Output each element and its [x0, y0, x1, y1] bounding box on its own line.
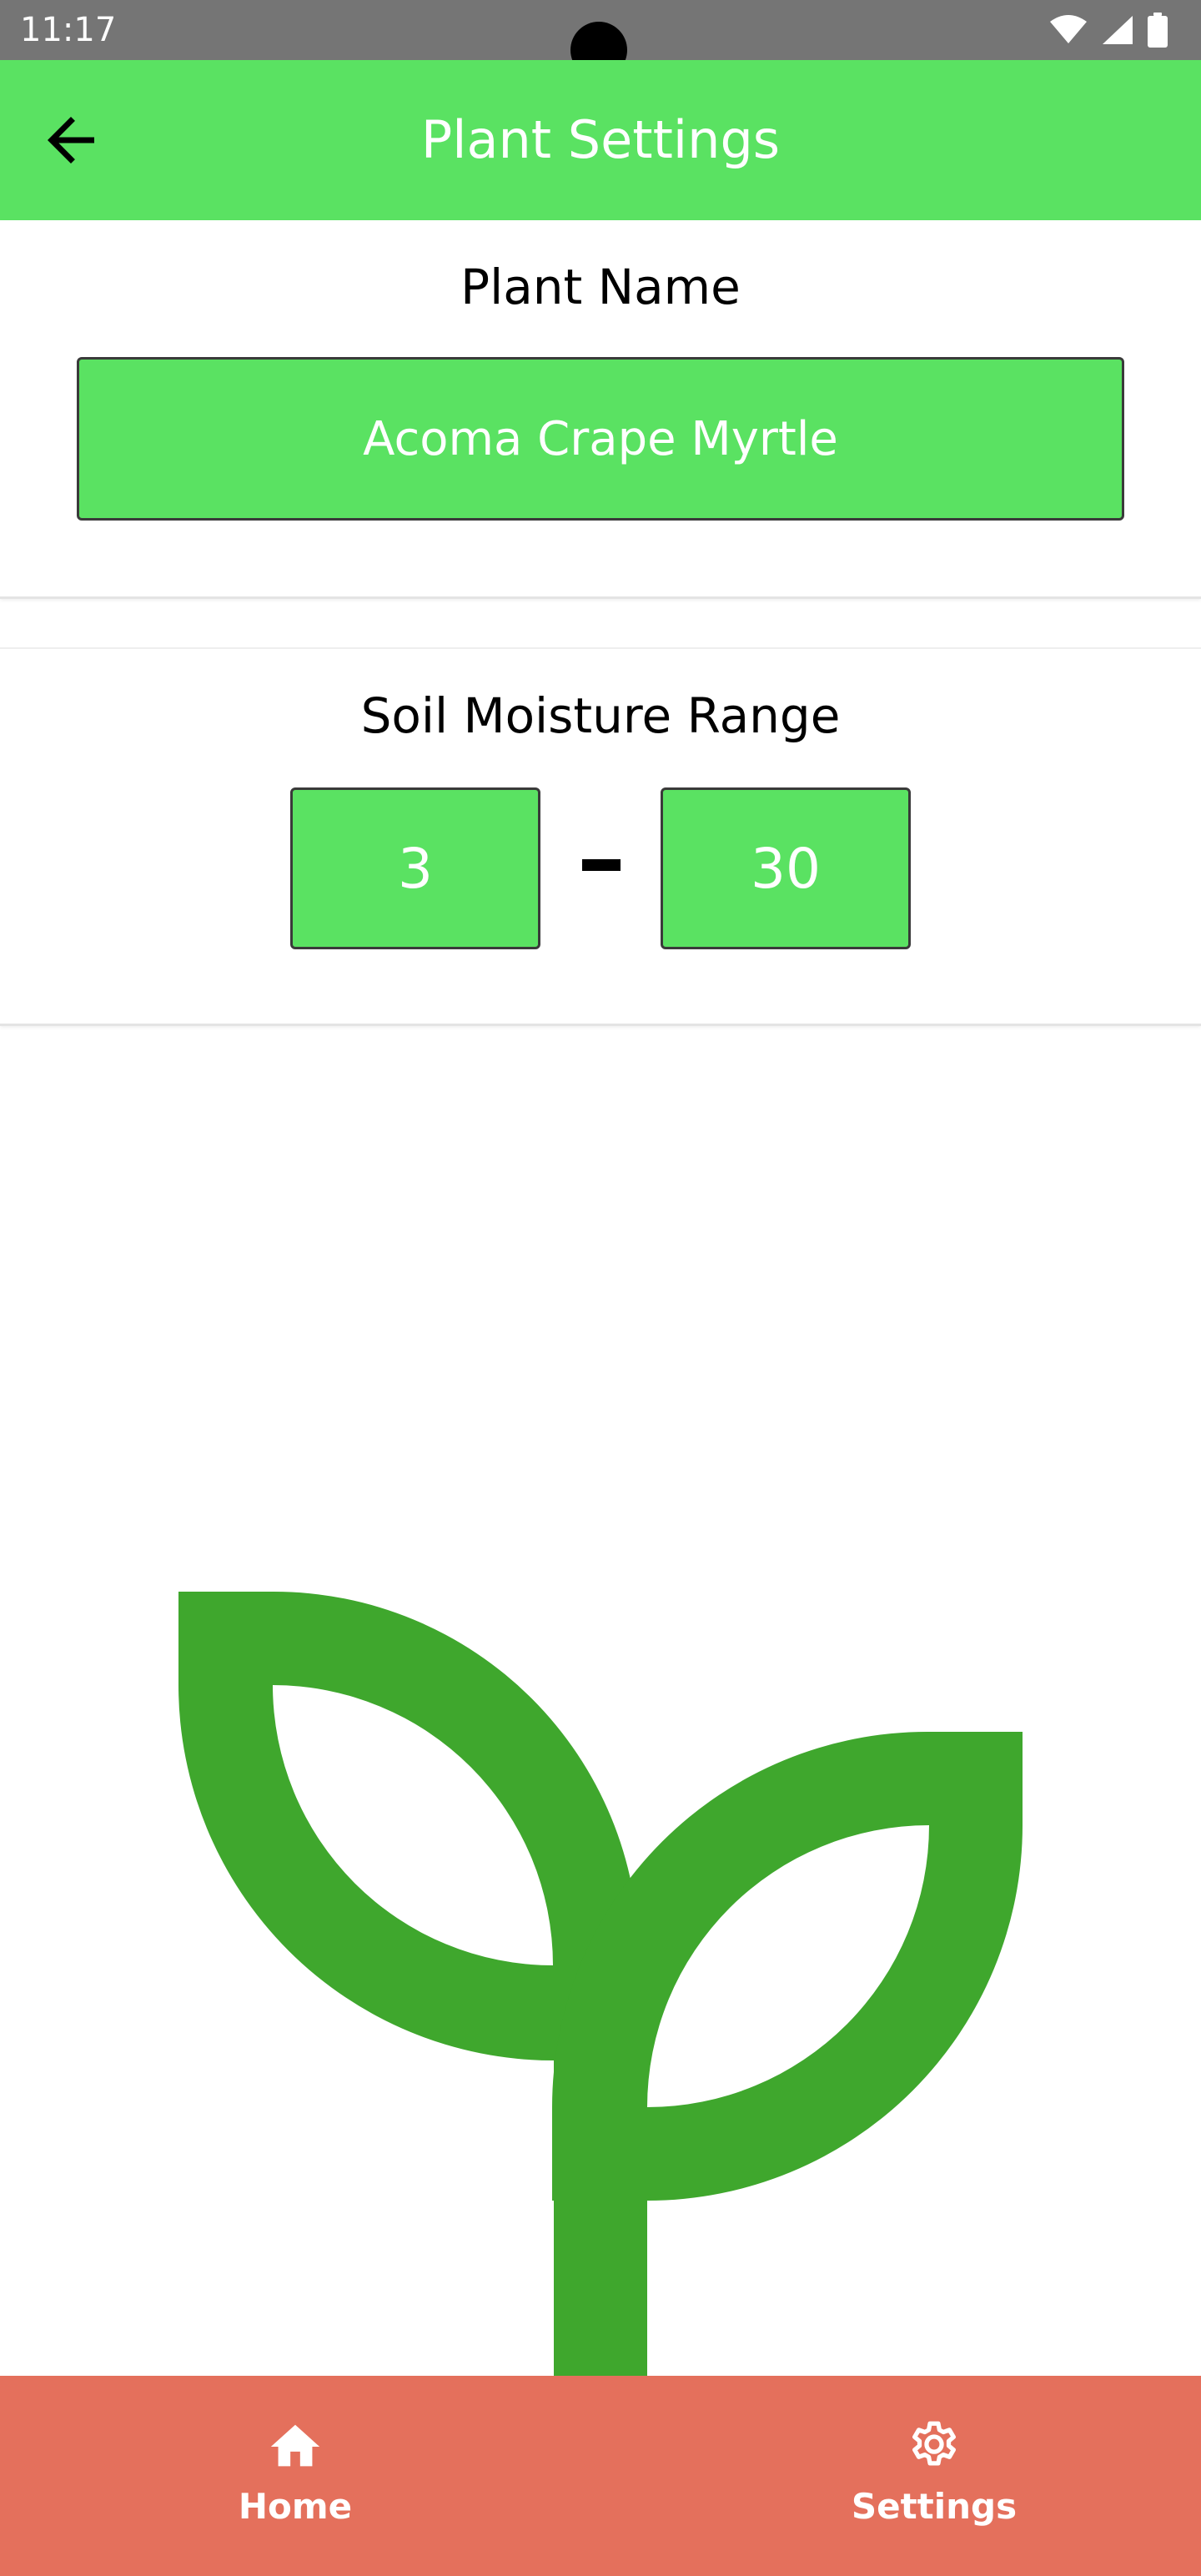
range-separator: [582, 859, 621, 871]
plant-name-card: Plant Name Acoma Crape Myrtle: [0, 220, 1201, 599]
wifi-icon: [1049, 15, 1088, 45]
page-title: Plant Settings: [420, 109, 781, 170]
soil-moisture-title: Soil Moisture Range: [360, 687, 841, 744]
back-button[interactable]: [25, 102, 117, 182]
moisture-min-field[interactable]: 3: [290, 787, 540, 949]
sprout-illustration: [0, 1026, 1201, 2376]
moisture-max-field[interactable]: 30: [661, 787, 911, 949]
soil-moisture-card: Soil Moisture Range 3 30: [0, 647, 1201, 1026]
status-time: 11:17: [20, 11, 117, 49]
bottom-nav: Home Settings: [0, 2376, 1201, 2576]
nav-item-home[interactable]: Home: [0, 2376, 600, 2576]
plant-name-title: Plant Name: [460, 259, 741, 315]
nav-label-settings: Settings: [851, 2486, 1018, 2527]
home-icon: [266, 2418, 324, 2476]
app-bar: Plant Settings: [0, 60, 1201, 220]
sprout-icon: [178, 1592, 1023, 2376]
battery-icon: [1148, 13, 1168, 48]
arrow-back-icon: [36, 105, 106, 179]
status-icons: [1049, 12, 1168, 48]
cellular-signal-icon: [1101, 14, 1134, 46]
nav-label-home: Home: [238, 2486, 353, 2527]
nav-item-settings[interactable]: Settings: [600, 2376, 1201, 2576]
gear-icon: [905, 2418, 963, 2476]
status-bar: 11:17: [0, 0, 1201, 78]
plant-name-field[interactable]: Acoma Crape Myrtle: [77, 357, 1124, 521]
